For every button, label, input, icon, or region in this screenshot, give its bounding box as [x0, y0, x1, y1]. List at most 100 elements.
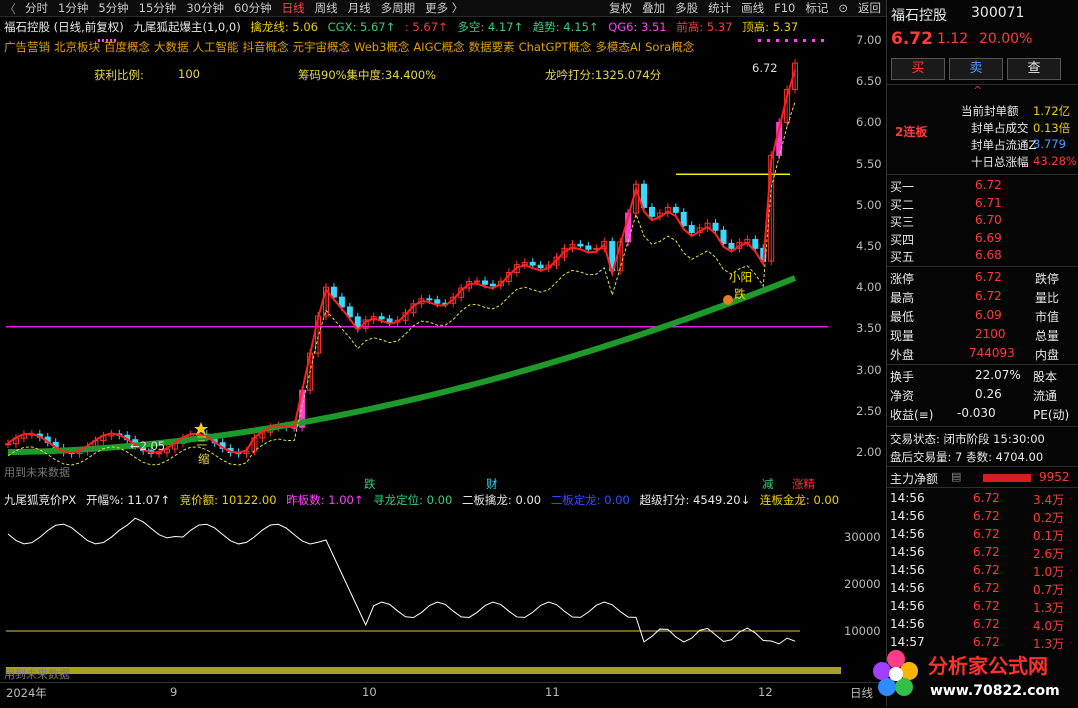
sub-axis-tick: 10000: [844, 624, 881, 638]
tick-row: 14:56 6.72 0.7万: [887, 580, 1078, 598]
tab-60min[interactable]: 60分钟: [229, 0, 277, 16]
event-die-label: 跌: [364, 477, 376, 489]
marker-dot: [767, 39, 770, 42]
suo-label: 缩: [198, 452, 210, 466]
tab-fenshi[interactable]: 分时: [20, 0, 53, 16]
sub-indicator-name[interactable]: 九尾狐竞价PX: [4, 493, 76, 507]
candle-body: [474, 280, 481, 283]
concept-tag[interactable]: Sora概念: [645, 40, 694, 54]
query-button[interactable]: 查: [1007, 58, 1061, 80]
quote-key2: 跌停: [1035, 272, 1060, 286]
candle-body: [482, 280, 488, 285]
stock-title: 福石控股 (日线,前复权): [4, 20, 124, 34]
fengdan-value: 1.72亿: [1033, 104, 1071, 118]
tick-row: 14:56 6.72 1.0万: [887, 562, 1078, 580]
price-tick: 6.00: [856, 115, 882, 130]
multi-stock-button[interactable]: 多股: [670, 0, 703, 16]
fengdan-key: 封单占流通Z: [971, 138, 1037, 152]
fuquan-button[interactable]: 复权: [604, 0, 637, 16]
f10-button[interactable]: F10: [769, 0, 800, 16]
tick-time: 14:56: [890, 563, 925, 577]
date-axis: 2024年 9 10 11 12 日线: [0, 682, 886, 708]
quote-key: 涨停: [890, 272, 915, 286]
list-icon[interactable]: ▤: [951, 470, 961, 483]
concept-tag[interactable]: 数据要素: [469, 40, 515, 54]
main-net-value: 9952: [1039, 470, 1070, 484]
tab-15min[interactable]: 15分钟: [134, 0, 182, 16]
candle-body: [648, 206, 655, 217]
price-change-pct: 20.00%: [979, 31, 1033, 47]
quote2-value: 22.07%: [975, 368, 1021, 382]
target-icon[interactable]: ⊙: [833, 0, 853, 16]
concept-tag[interactable]: 多模态AI: [595, 40, 641, 54]
quote-value: 2100: [975, 327, 1006, 341]
tab-weekly[interactable]: 周线: [310, 0, 343, 16]
quote-key2: 总量: [1035, 329, 1060, 343]
kline-chart[interactable]: ←2.056.72小阳跌三缩跌财减涨精: [0, 17, 848, 489]
quote-value: 6.72: [975, 270, 1002, 284]
tick-price: 6.72: [973, 545, 1000, 559]
last-price: 6.72: [891, 29, 933, 49]
concept-tag[interactable]: Web3概念: [354, 40, 409, 54]
chevron-up-icon[interactable]: ^: [973, 84, 982, 97]
quote2-key: 换手: [890, 370, 915, 384]
overlay-button[interactable]: 叠加: [637, 0, 670, 16]
logo-name: 分析家公式网: [928, 654, 1048, 678]
bid-price: 6.71: [975, 195, 1002, 210]
event-cai-label: 财: [486, 477, 498, 489]
tick-time: 14:56: [890, 527, 925, 541]
chevron-left-icon[interactable]: 〈: [0, 0, 20, 17]
buy-button[interactable]: 买: [891, 58, 945, 80]
chouma-value: 筹码90%集中度:34.400%: [298, 68, 437, 82]
quote-key2: 内盘: [1035, 348, 1060, 362]
quote2-key2: 股本: [1033, 370, 1058, 384]
tab-1min[interactable]: 1分钟: [53, 0, 93, 16]
tick-volume: 1.3万: [1033, 601, 1065, 615]
sub-indicator-chart[interactable]: [0, 490, 848, 680]
concept-tag[interactable]: 抖音概念: [243, 40, 289, 54]
tab-daily[interactable]: 日线: [277, 0, 310, 16]
tab-multi-period[interactable]: 多周期: [376, 0, 421, 16]
quote-key: 最低: [890, 310, 915, 324]
price-tick: 2.50: [856, 403, 882, 418]
marker-dot: [803, 39, 806, 42]
concept-tag[interactable]: ChatGPT概念: [519, 40, 592, 54]
tab-more[interactable]: 更多 〉: [420, 0, 468, 16]
concept-tag[interactable]: 大数据: [154, 40, 189, 54]
draw-line-button[interactable]: 画线: [736, 0, 769, 16]
colon-value: : 5.67↑: [404, 20, 448, 34]
sub-bottom-band: [6, 667, 841, 674]
tab-monthly[interactable]: 月线: [343, 0, 376, 16]
concept-tag[interactable]: 人工智能: [193, 40, 239, 54]
candle-body: [577, 243, 584, 247]
tick-price: 6.72: [973, 491, 1000, 505]
qg6-value: QG6: 3.51: [608, 20, 667, 34]
tick-row: 14:56 6.72 0.1万: [887, 526, 1078, 544]
candle-body: [672, 206, 679, 213]
back-button[interactable]: 返回: [853, 0, 886, 16]
tab-5min[interactable]: 5分钟: [93, 0, 133, 16]
quote-key: 现量: [890, 329, 915, 343]
indicator-name[interactable]: 九尾狐起爆主(1,0,0): [133, 20, 240, 34]
quote-key2: 量比: [1035, 291, 1060, 305]
quote-value: 6.72: [975, 289, 1002, 303]
concept-tag[interactable]: 百度概念: [104, 40, 150, 54]
bid-row: 买二 6.71: [887, 195, 1078, 213]
tick-time: 14:56: [890, 599, 925, 613]
concept-tag[interactable]: 北京板块: [54, 40, 100, 54]
sub-future-note: 用到未来数据: [4, 668, 70, 681]
concept-tag[interactable]: 广告营销: [4, 40, 50, 54]
fengdan-key: 当前封单额: [961, 104, 1019, 118]
concept-tag[interactable]: AIGC概念: [413, 40, 464, 54]
bid-label: 买五: [890, 250, 915, 264]
mark-button[interactable]: 标记: [800, 0, 833, 16]
sell-button[interactable]: 卖: [949, 58, 1003, 80]
tab-30min[interactable]: 30分钟: [181, 0, 229, 16]
concept-tag[interactable]: 元宇宙概念: [293, 40, 351, 54]
price-tick: 3.50: [856, 321, 882, 336]
main-net-bar: [983, 474, 1031, 482]
sub-axis-tick: 30000: [844, 530, 881, 544]
quote-row: 现量 2100 总量: [887, 326, 1078, 344]
sub-indicator-header: 九尾狐竞价PX 开幅%: 11.07↑ 竞价额: 10122.00 昨板数: 1…: [4, 492, 845, 508]
stats-button[interactable]: 统计: [703, 0, 736, 16]
